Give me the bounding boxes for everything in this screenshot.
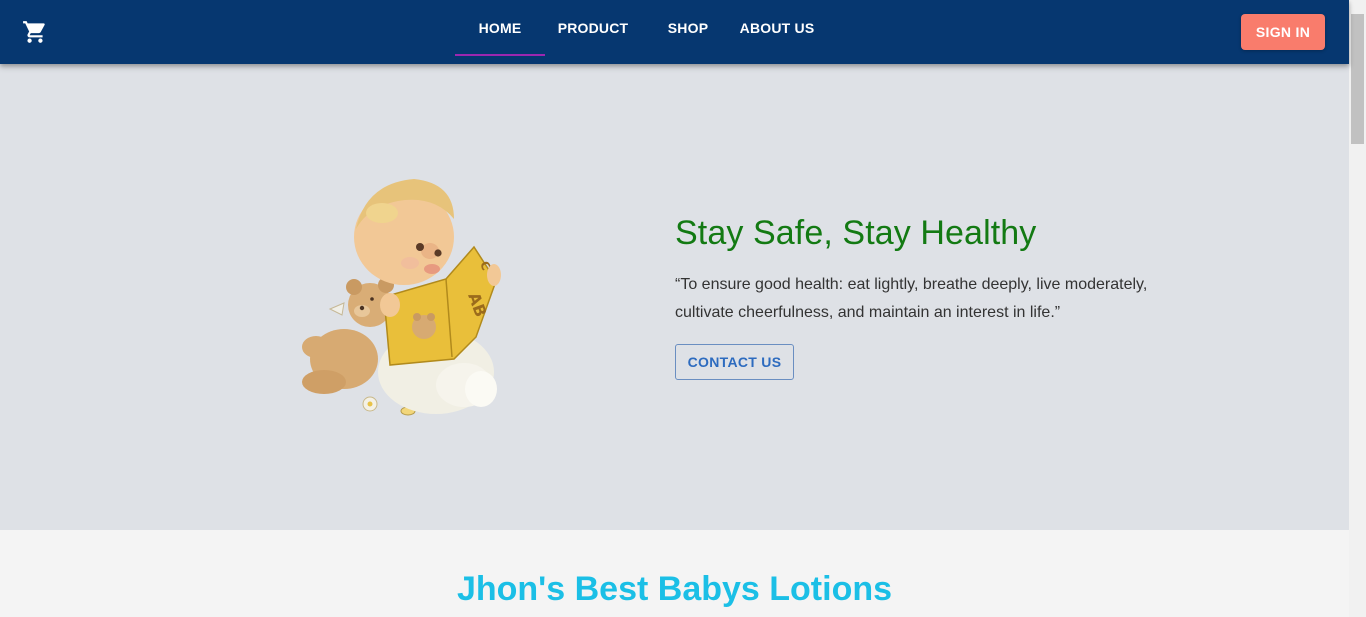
page-scrollbar[interactable] — [1349, 0, 1366, 617]
tab-shop[interactable]: SHOP — [641, 0, 735, 56]
tab-about-us-label: ABOUT US — [739, 20, 815, 36]
hero-quote: “To ensure good health: eat lightly, bre… — [675, 276, 1148, 321]
products-section: Jhon's Best Babys Lotions — [0, 530, 1349, 617]
hero-section: AB C Stay Safe, Stay Healthy “To ensure … — [0, 64, 1349, 530]
tab-shop-label: SHOP — [667, 20, 709, 36]
tab-home[interactable]: HOME — [455, 0, 545, 56]
main-nav: HOME PRODUCT SHOP ABOUT US — [455, 0, 819, 64]
contact-us-button[interactable]: CONTACT US — [675, 344, 794, 380]
hero-title: Stay Safe, Stay Healthy — [675, 214, 1037, 252]
active-tab-indicator — [455, 54, 545, 56]
app-bar: HOME PRODUCT SHOP ABOUT US SIGN IN — [0, 0, 1349, 64]
tab-home-label: HOME — [478, 20, 522, 36]
scrollbar-thumb[interactable] — [1351, 14, 1364, 144]
shopping-cart-icon[interactable] — [22, 19, 48, 45]
tab-product[interactable]: PRODUCT — [545, 0, 641, 56]
sign-in-button[interactable]: SIGN IN — [1241, 14, 1325, 50]
baby-reading-illustration: AB C — [286, 177, 516, 427]
tab-product-label: PRODUCT — [557, 20, 629, 36]
tab-about-us[interactable]: ABOUT US — [735, 0, 819, 56]
section-title: Jhon's Best Babys Lotions — [456, 570, 893, 608]
